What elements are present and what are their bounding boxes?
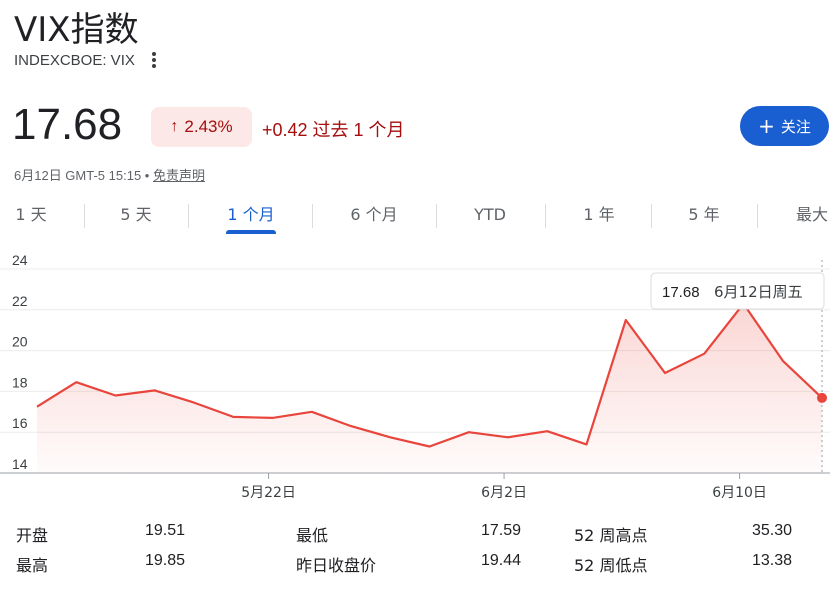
current-point [817, 392, 827, 403]
plus-icon: + [758, 114, 775, 138]
y-tick-label: 18 [12, 374, 28, 390]
range-tabs: 1 天 5 天 1 个月 6 个月 YTD 1 年 5 年 最大 [0, 200, 840, 236]
stat-52w-high-value: 35.30 [751, 522, 792, 539]
chart-tooltip: 17.68 6月12日周五 [650, 272, 825, 310]
y-tick-label: 22 [12, 293, 28, 309]
tab-1-year[interactable]: 1 年 [570, 200, 628, 236]
tab-divider [84, 204, 85, 228]
tooltip-value: 17.68 [662, 284, 700, 301]
tab-divider [757, 204, 758, 228]
percent-change-badge: ↑ 2.43% [151, 107, 252, 147]
quote-meta: 6月12日 GMT-5 15:15 • 免责声明 [14, 165, 205, 184]
tab-6-month[interactable]: 6 个月 [337, 200, 411, 236]
absolute-change: +0.42 过去 1 个月 [262, 120, 405, 140]
price-chart[interactable]: 24 22 20 18 16 14 5月22日 6月2日 6月10日 17.68 6月12日周五 [0, 250, 840, 512]
y-tick-label: 14 [12, 456, 28, 472]
y-tick-label: 20 [12, 334, 28, 350]
arrow-up-icon: ↑ [170, 118, 179, 135]
stat-52w-low-value: 13.38 [751, 552, 792, 569]
x-tick-label: 6月2日 [481, 485, 527, 501]
tab-ytd[interactable]: YTD [462, 200, 518, 236]
stat-52w-low-label: 52 周低点 [574, 556, 648, 575]
tab-5-day[interactable]: 5 天 [105, 200, 167, 236]
page-title: VIX指数 [14, 10, 139, 50]
tab-max[interactable]: 最大 [784, 200, 840, 236]
ticker-symbol: INDEXCBOE: VIX [14, 51, 135, 69]
stat-open-label: 开盘 [16, 526, 49, 545]
disclaimer-link[interactable]: 免责声明 [153, 168, 205, 183]
ticker-row: INDEXCBOE: VIX [14, 50, 159, 70]
stat-high-label: 最高 [16, 556, 49, 575]
percent-change: 2.43% [184, 117, 233, 136]
tab-divider [436, 204, 437, 228]
tab-divider [545, 204, 546, 228]
stat-prev-close-label: 昨日收盘价 [296, 556, 377, 575]
x-tick-label: 5月22日 [241, 485, 296, 501]
follow-label: 关注 [780, 117, 811, 136]
tab-1-month[interactable]: 1 个月 [214, 200, 288, 236]
tab-1-day[interactable]: 1 天 [0, 200, 62, 236]
x-tick-label: 6月10日 [712, 485, 767, 501]
timestamp: 6月12日 GMT-5 15:15 • [14, 168, 153, 183]
stat-low-value: 17.59 [480, 522, 521, 539]
y-tick-label: 16 [12, 415, 28, 431]
series-area [37, 303, 822, 473]
stat-low-label: 最低 [296, 526, 329, 545]
follow-button[interactable]: + 关注 [740, 106, 829, 146]
stat-52w-high-label: 52 周高点 [574, 526, 648, 545]
stat-high-value: 19.85 [144, 552, 185, 569]
tab-5-year[interactable]: 5 年 [675, 200, 733, 236]
tab-divider [651, 204, 652, 228]
y-tick-label: 24 [12, 252, 28, 268]
stat-prev-close-value: 19.44 [480, 552, 521, 569]
tab-divider [188, 204, 189, 228]
tab-divider [312, 204, 313, 228]
tooltip-date: 6月12日周五 [714, 283, 803, 301]
stat-open-value: 19.51 [144, 522, 185, 539]
more-vert-icon[interactable] [149, 50, 159, 70]
current-price: 17.68 [12, 100, 123, 149]
